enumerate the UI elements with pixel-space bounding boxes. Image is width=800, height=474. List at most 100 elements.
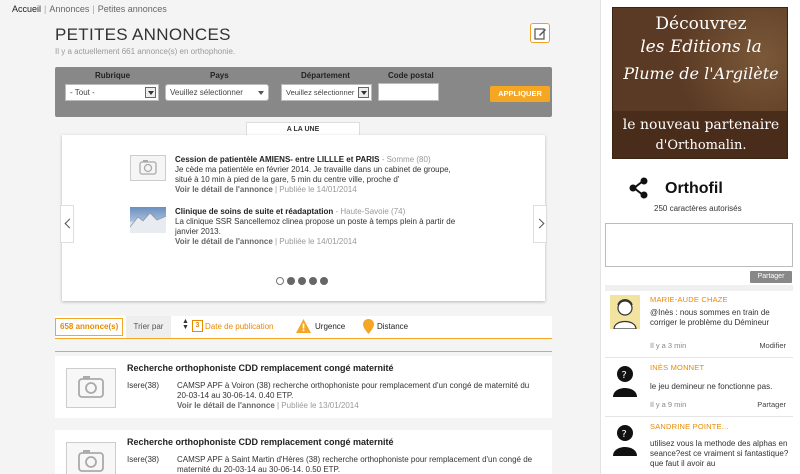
ad-line: les Editions la [640,37,762,57]
warning-icon [296,319,311,333]
carousel-pagination [276,277,331,288]
breadcrumb-current: Petites annonces [97,4,167,14]
pays-label: Pays [210,71,229,80]
listing-detail-link[interactable]: Voir le détail de l'annonce [177,401,275,410]
comment-text: @Inès : nous sommes en train de corriger… [650,308,770,327]
featured-detail-link[interactable]: Voir le détail de l'annonce [175,237,273,246]
featured-detail-link[interactable]: Voir le détail de l'annonce [175,185,273,194]
calendar-icon: 3 [192,320,203,332]
listing-item[interactable]: Recherche orthophoniste CDD remplacement… [55,356,552,418]
apply-button[interactable]: APPLIQUER [490,86,550,102]
featured-title[interactable]: Clinique de soins de suite et réadaptati… [175,207,333,216]
listing-title[interactable]: Recherche orthophoniste CDD remplacement… [127,437,394,447]
share-button[interactable]: Partager [750,271,792,283]
chevron-down-icon [145,87,156,98]
listing-description: CAMSP APF à Saint Martin d'Hères (38) re… [177,455,533,474]
rubrique-label: Rubrique [95,71,131,80]
svg-text:?: ? [622,370,627,381]
breadcrumb: Accueil | Annonces | Petites annonces [12,4,167,14]
main-content: Accueil | Annonces | Petites annonces PETITE… [0,0,600,474]
chevron-down-icon [258,91,264,95]
sort-by-urgence[interactable]: Urgence [315,322,345,331]
listing-item[interactable]: Recherche orthophoniste CDD remplacement… [55,430,552,474]
sort-bar: 658 annonce(s) Trier par ▲ ▼ 3 Date de pu… [55,316,552,339]
carousel-prev-button[interactable] [60,205,74,243]
divider [55,351,552,352]
comment-divider [605,416,793,417]
message-input[interactable] [605,223,793,267]
breadcrumb-home[interactable]: Accueil [12,4,41,14]
svg-text:?: ? [622,429,627,440]
comment-text: le jeu demineur ne fonctionne pas. [650,382,773,391]
page-title: PETITES ANNONCES [55,25,231,44]
sort-label: Trier par [126,316,171,338]
carousel-dot[interactable] [276,277,284,285]
mountain-photo [129,207,167,233]
pays-value: Veuillez sélectionner [170,88,243,97]
carousel-next-button[interactable] [533,205,547,243]
departement-value: Veuillez sélectionner [286,88,355,97]
results-count-badge: 658 annonce(s) [55,318,124,336]
avatar[interactable] [610,295,640,329]
carousel-dot[interactable] [320,277,328,285]
comment-share-link[interactable]: Partager [757,400,786,409]
character-limit-hint: 250 caractères autorisés [654,204,742,213]
listing-date: | Publiée le 13/01/2014 [274,401,359,410]
divider [605,285,793,291]
carousel-dot[interactable] [298,277,306,285]
featured-title[interactable]: Cession de patientèle AMIENS- entre LILL… [175,155,379,164]
breadcrumb-separator: | [44,4,47,14]
featured-date: | Publiée le 14/01/2014 [272,185,357,194]
ad-line: Plume de l'Argilète [623,64,779,83]
postal-label: Code postal [388,71,434,80]
featured-tab: A LA UNE [246,122,360,135]
ad-line: Découvrez [655,14,747,34]
chevron-down-icon [358,87,369,98]
featured-location: - Somme (80) [379,155,431,164]
create-ad-button[interactable] [530,23,550,43]
listing-title[interactable]: Recherche orthophoniste CDD remplacement… [127,363,394,373]
sort-by-distance[interactable]: Distance [377,322,408,331]
avatar[interactable]: ? [610,422,640,456]
orthofil-title: Orthofil [665,180,723,197]
camera-placeholder-icon [130,155,166,181]
page-subtitle: Il y a actuellement 661 annonce(s) en or… [55,47,236,56]
comment-author[interactable]: Inès Monnet [650,363,704,372]
edit-icon [534,28,546,40]
breadcrumb-annonces[interactable]: Annonces [49,4,89,14]
comment-time: Il y a 9 min [650,400,687,409]
listing-region: Isere(38) [127,455,160,464]
ad-line: le nouveau partenaire [622,117,780,133]
comment-divider [605,357,793,358]
comment-author[interactable]: Marie-aude Chaze [650,295,728,304]
avatar[interactable]: ? [610,363,640,397]
featured-description: La clinique SSR Sancellemoz clinea propo… [175,217,456,236]
departement-label: Département [301,71,350,80]
pays-select[interactable]: Veuillez sélectionner [165,84,269,101]
filter-bar: Rubrique - Tout - Pays Veuillez sélectio… [55,67,552,117]
postal-code-input[interactable] [378,83,439,101]
rubrique-select[interactable]: - Tout - [65,84,159,101]
sort-by-date[interactable]: Date de publication [205,322,274,331]
rubrique-value: - Tout - [70,88,95,97]
camera-placeholder-icon [66,442,116,474]
share-icon [629,177,648,199]
sort-order-icon[interactable]: ▲ ▼ [182,318,189,331]
advertisement-banner[interactable]: Découvrez les Editions la Plume de l'Arg… [612,7,788,159]
featured-description: Je cède ma patientèle en février 2014. J… [175,165,451,184]
featured-carousel: Cession de patientèle AMIENS- entre LILL… [60,135,547,301]
ad-line: d'Orthomalin. [655,138,747,153]
camera-placeholder-icon [66,368,116,408]
comment-author[interactable]: Sandrine Pointe... [650,422,729,431]
featured-location: - Haute-Savoie (74) [333,207,406,216]
carousel-dot[interactable] [309,277,317,285]
listing-region: Isere(38) [127,381,160,390]
listing-description: CAMSP APF à Voiron (38) recherche orthop… [177,381,530,400]
comment-text: utilisez vous la methode des alphas en s… [650,439,789,468]
map-pin-icon [363,319,374,334]
comment-edit-link[interactable]: Modifier [759,341,786,350]
carousel-dot[interactable] [287,277,295,285]
comment-time: Il y a 3 min [650,341,687,350]
departement-select[interactable]: Veuillez sélectionner [281,84,372,101]
breadcrumb-separator: | [92,4,95,14]
